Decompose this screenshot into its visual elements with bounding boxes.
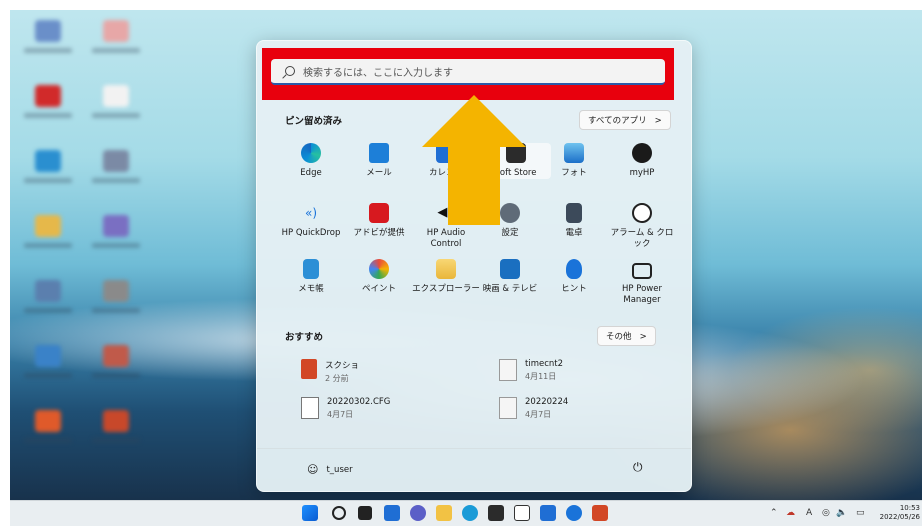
pinned-app-calculator[interactable]: 電卓 <box>539 203 609 239</box>
movies-icon <box>500 259 520 279</box>
volume-icon[interactable]: 🔈 <box>836 508 847 518</box>
recommended-item-4[interactable]: 20220224 4月7日 <box>499 397 568 420</box>
pinned-app-alarm[interactable]: アラーム & クロック <box>607 203 677 250</box>
widgets-icon[interactable] <box>384 505 400 521</box>
windows-start-icon[interactable] <box>302 505 318 521</box>
onedrive-icon[interactable]: ☁ <box>786 508 795 518</box>
search-placeholder: 検索するには、ここに入力します <box>303 67 453 79</box>
user-bar: ☺ t_user ⏻ <box>257 448 691 491</box>
taskbar: ⌃ ☁ A ◎ 🔈 ▭ 10:53 2022/05/26 <box>10 500 922 526</box>
power-icon: ⏻ <box>633 460 643 474</box>
folder-icon <box>436 259 456 279</box>
powerpoint-file-icon <box>301 359 317 379</box>
desktop-icon[interactable] <box>86 410 146 458</box>
desktop-icon[interactable] <box>18 85 78 133</box>
photos-icon <box>564 143 584 163</box>
search-icon[interactable] <box>332 506 346 520</box>
desktop-icon[interactable] <box>18 215 78 263</box>
recommended-title: おすすめ <box>285 332 324 343</box>
recommended-item-1[interactable]: スクショ 2 分前 <box>301 359 359 384</box>
quickdrop-icon: «) <box>304 206 318 220</box>
recommended-item-2[interactable]: timecnt2 4月11日 <box>499 359 563 382</box>
paint-icon <box>369 259 389 279</box>
desktop-icon[interactable] <box>86 280 146 328</box>
pinned-app-photos[interactable]: フォト <box>539 143 609 179</box>
adobe-icon <box>369 203 389 223</box>
pinned-app-notepad[interactable]: メモ帳 <box>276 259 346 295</box>
pinned-app-myhp[interactable]: myHP <box>607 143 677 179</box>
chevron-right-icon: > <box>634 332 647 342</box>
user-name: t_user <box>326 464 353 475</box>
user-icon: ☺ <box>307 463 319 476</box>
desktop-icon[interactable] <box>86 215 146 263</box>
desktop-icon[interactable] <box>18 280 78 328</box>
power-manager-icon <box>632 263 652 279</box>
power-button[interactable]: ⏻ <box>633 460 647 474</box>
pinned-app-movies[interactable]: 映画 & テレビ <box>475 259 545 295</box>
edge-icon[interactable] <box>462 505 478 521</box>
desktop-icon[interactable] <box>86 345 146 393</box>
myhp-icon <box>632 143 652 163</box>
powerpoint-icon[interactable] <box>592 505 608 521</box>
pinned-app-adobe[interactable]: アドビが提供 <box>344 203 414 239</box>
alarm-clock-icon <box>632 203 652 223</box>
text-file-icon <box>499 397 517 419</box>
store-icon[interactable] <box>488 505 504 521</box>
text-file-icon <box>499 359 517 381</box>
notepad-icon <box>303 259 319 279</box>
pinned-app-power-manager[interactable]: HP Power Manager <box>607 259 677 306</box>
task-view-icon[interactable] <box>358 506 372 520</box>
pinned-app-paint[interactable]: ペイント <box>344 259 414 295</box>
photos-icon[interactable] <box>540 505 556 521</box>
edge-icon <box>301 143 321 163</box>
chat-icon[interactable] <box>410 505 426 521</box>
search-highlight-box: 検索するには、ここに入力します <box>262 48 674 100</box>
folder-icon[interactable] <box>436 505 452 521</box>
arrow-up-icon <box>422 95 526 225</box>
pinned-app-quickdrop[interactable]: «) HP QuickDrop <box>276 203 346 239</box>
clock-time: 10:53 <box>899 504 920 512</box>
ime-mode-icon[interactable]: A <box>806 508 812 518</box>
amazon-icon[interactable] <box>514 505 530 521</box>
desktop-icon[interactable] <box>18 150 78 198</box>
more-label: その他 <box>606 332 632 342</box>
desktop-icon[interactable] <box>86 150 146 198</box>
pinned-app-mail[interactable]: メール <box>344 143 414 179</box>
help-icon[interactable] <box>566 505 582 521</box>
all-apps-label: すべてのアプリ <box>588 116 647 126</box>
network-icon[interactable]: ◎ <box>822 508 830 518</box>
desktop-icon[interactable] <box>18 345 78 393</box>
battery-icon[interactable]: ▭ <box>856 508 865 518</box>
pinned-title: ピン留め済み <box>285 116 343 127</box>
tips-icon <box>566 259 582 279</box>
desktop-icon[interactable] <box>86 85 146 133</box>
recommended-item-3[interactable]: 20220302.CFG 4月7日 <box>301 397 390 420</box>
blank-file-icon <box>301 397 319 419</box>
calculator-icon <box>566 203 582 223</box>
all-apps-button[interactable]: すべてのアプリ > <box>579 110 671 130</box>
desktop-icon[interactable] <box>18 410 78 458</box>
desktop-icon[interactable] <box>18 20 78 68</box>
chevron-right-icon: > <box>649 116 662 126</box>
search-input[interactable]: 検索するには、ここに入力します <box>271 59 665 85</box>
desktop-icon[interactable] <box>86 20 146 68</box>
more-button[interactable]: その他 > <box>597 326 656 346</box>
chevron-up-icon[interactable]: ⌃ <box>770 508 778 518</box>
mail-icon <box>369 143 389 163</box>
clock-date: 2022/05/26 <box>879 513 920 521</box>
user-account-button[interactable]: ☺ t_user <box>307 463 353 476</box>
pinned-app-explorer[interactable]: エクスプローラー <box>411 259 481 295</box>
search-icon <box>285 66 295 76</box>
pinned-app-edge[interactable]: Edge <box>276 143 346 179</box>
pinned-app-tips[interactable]: ヒント <box>539 259 609 295</box>
clock[interactable]: 10:53 2022/05/26 <box>880 504 920 522</box>
